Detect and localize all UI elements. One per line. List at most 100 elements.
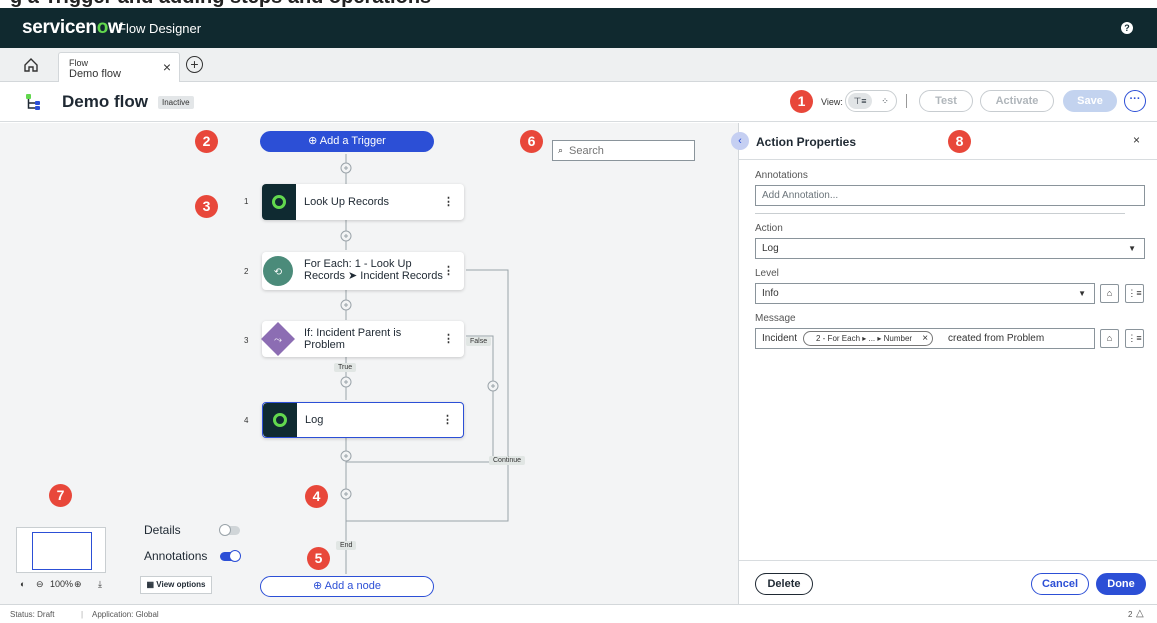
zoom-in-icon[interactable]: ⊕ bbox=[74, 579, 82, 590]
callout-3: 3 bbox=[195, 195, 218, 218]
flow-canvas[interactable]: 2 ⊕ Add a Trigger 6 ⌕ 3 1 Look Up Record… bbox=[0, 123, 738, 604]
callout-1: 1 bbox=[790, 90, 813, 113]
status-bar: Status: Draft | Application: Global 2 △ bbox=[0, 604, 1157, 623]
callout-5: 5 bbox=[307, 547, 330, 570]
callout-4: 4 bbox=[305, 485, 328, 508]
chevron-down-icon: ▼ bbox=[1078, 289, 1086, 298]
flow-icon bbox=[26, 94, 40, 110]
kebab-menu-icon[interactable]: ⋮ bbox=[443, 332, 454, 345]
add-trigger-button[interactable]: ⊕ Add a Trigger bbox=[260, 131, 434, 152]
remove-pill-icon[interactable]: × bbox=[922, 332, 928, 345]
step-label: Look Up Records bbox=[304, 196, 389, 208]
level-field-label: Level bbox=[755, 268, 779, 279]
divider bbox=[755, 213, 1125, 214]
search-field[interactable]: ⌕ bbox=[552, 140, 695, 161]
false-branch-label: False bbox=[466, 337, 492, 346]
divider: | bbox=[81, 610, 84, 619]
svg-text:⟲: ⟲ bbox=[274, 267, 283, 278]
details-toggle[interactable] bbox=[219, 524, 240, 536]
view-options-button[interactable]: ▦ View options bbox=[140, 576, 212, 594]
step-label: For Each: 1 - Look Up Records ➤ Incident … bbox=[304, 258, 443, 282]
fit-screen-icon[interactable]: ◐ bbox=[20, 579, 25, 589]
servicenow-logo[interactable]: servicenow bbox=[22, 17, 123, 39]
data-pill-picker-icon[interactable]: ⌂ bbox=[1100, 329, 1119, 348]
collapse-panel-icon[interactable]: ‹ bbox=[731, 132, 749, 150]
minimap-viewport[interactable] bbox=[32, 532, 92, 570]
activate-button[interactable]: Activate bbox=[980, 90, 1054, 112]
callout-2: 2 bbox=[195, 130, 218, 153]
servicenow-action-icon bbox=[262, 184, 296, 220]
kebab-menu-icon[interactable]: ⋮ bbox=[443, 264, 454, 277]
action-select[interactable]: Log ▼ bbox=[755, 238, 1145, 259]
level-select[interactable]: Info ▼ bbox=[755, 283, 1095, 304]
home-icon[interactable] bbox=[22, 56, 40, 74]
page-title: Demo flow bbox=[62, 92, 148, 111]
step-for-each[interactable]: ⟲ For Each: 1 - Look Up Records ➤ Inciden… bbox=[262, 252, 464, 290]
tab-name: Demo flow bbox=[69, 68, 121, 80]
zoom-level: 100% bbox=[50, 579, 74, 589]
chevron-down-icon: ▼ bbox=[1128, 244, 1136, 253]
annotation-input[interactable]: Add Annotation... bbox=[755, 185, 1145, 206]
continue-label: Continue bbox=[489, 456, 526, 465]
step-number: 1 bbox=[244, 197, 249, 206]
search-input[interactable] bbox=[569, 143, 689, 158]
close-icon[interactable]: × bbox=[1133, 133, 1140, 147]
more-options-icon[interactable]: ··· bbox=[1124, 90, 1146, 112]
data-pill[interactable]: 2 - For Each ▸ ... ▸ Number × bbox=[803, 331, 934, 346]
delete-button[interactable]: Delete bbox=[755, 573, 813, 595]
cancel-button[interactable]: Cancel bbox=[1031, 573, 1089, 595]
action-properties-panel: ‹ Action Properties 8 × Annotations Add … bbox=[731, 123, 1157, 604]
kebab-menu-icon[interactable]: ⋮ bbox=[443, 195, 454, 208]
message-field-label: Message bbox=[755, 313, 796, 324]
annotations-field-label: Annotations bbox=[755, 170, 808, 181]
save-button[interactable]: Save bbox=[1063, 90, 1117, 112]
help-icon[interactable]: ? bbox=[1121, 22, 1133, 34]
tree-view-icon[interactable]: ⊤≡ bbox=[848, 93, 872, 109]
search-icon: ⌕ bbox=[558, 145, 564, 155]
divider bbox=[739, 159, 1157, 160]
true-branch-label: True bbox=[334, 363, 357, 372]
panel-footer: Delete Cancel Done bbox=[739, 560, 1157, 604]
step-log-selected[interactable]: Log ⋮ bbox=[262, 402, 464, 438]
flow-status: Status: Draft bbox=[10, 610, 55, 619]
view-toggle[interactable]: ⊤≡ ⁘ bbox=[845, 90, 897, 112]
callout-6: 6 bbox=[520, 130, 543, 153]
script-toggle-icon[interactable]: ⋮≡ bbox=[1125, 284, 1144, 303]
status-badge: Inactive bbox=[158, 96, 194, 109]
kebab-menu-icon[interactable]: ⋮ bbox=[442, 413, 453, 426]
download-icon[interactable]: ⤓ bbox=[98, 579, 102, 590]
annotations-label: Annotations bbox=[144, 549, 208, 563]
loop-icon: ⟲ bbox=[263, 256, 293, 286]
tab-bar: Flow Demo flow × + bbox=[0, 48, 1157, 82]
add-node-button[interactable]: ⊕ Add a node bbox=[260, 576, 434, 597]
view-options-icon: ▦ bbox=[146, 580, 157, 589]
step-look-up-records[interactable]: Look Up Records ⋮ bbox=[262, 184, 464, 220]
app-name: Flow Designer bbox=[118, 21, 202, 36]
tab-type: Flow bbox=[69, 58, 89, 68]
message-input[interactable]: Incident 2 - For Each ▸ ... ▸ Number × cr… bbox=[755, 328, 1095, 349]
step-number: 4 bbox=[244, 416, 249, 425]
minimap[interactable] bbox=[16, 527, 106, 573]
clipped-heading: g a Trigger and adding steps and operati… bbox=[0, 0, 1157, 8]
step-number: 3 bbox=[244, 336, 249, 345]
step-label: Log bbox=[305, 414, 324, 426]
divider bbox=[906, 94, 907, 108]
svg-text:⤳: ⤳ bbox=[274, 335, 282, 346]
script-toggle-icon[interactable]: ⋮≡ bbox=[1125, 329, 1144, 348]
tab-demo-flow[interactable]: Flow Demo flow × bbox=[58, 52, 180, 82]
data-pill-picker-icon[interactable]: ⌂ bbox=[1100, 284, 1119, 303]
bell-icon[interactable]: △ bbox=[1136, 608, 1144, 619]
step-if[interactable]: ⤳ If: Incident Parent is Problem ⋮ bbox=[261, 321, 464, 357]
details-label: Details bbox=[144, 523, 181, 537]
done-button[interactable]: Done bbox=[1096, 573, 1146, 595]
close-tab-icon[interactable]: × bbox=[163, 59, 171, 75]
add-tab-icon[interactable]: + bbox=[186, 56, 203, 73]
callout-7: 7 bbox=[49, 484, 72, 507]
test-button[interactable]: Test bbox=[919, 90, 973, 112]
end-label: End bbox=[336, 541, 357, 550]
zoom-out-icon[interactable]: ⊖ bbox=[36, 579, 44, 590]
flow-header: Demo flow Inactive 1 View: ⊤≡ ⁘ Test Act… bbox=[0, 82, 1157, 122]
grid-view-icon[interactable]: ⁘ bbox=[874, 93, 896, 109]
notification-count: 2 bbox=[1128, 610, 1133, 619]
annotations-toggle[interactable] bbox=[220, 550, 241, 562]
